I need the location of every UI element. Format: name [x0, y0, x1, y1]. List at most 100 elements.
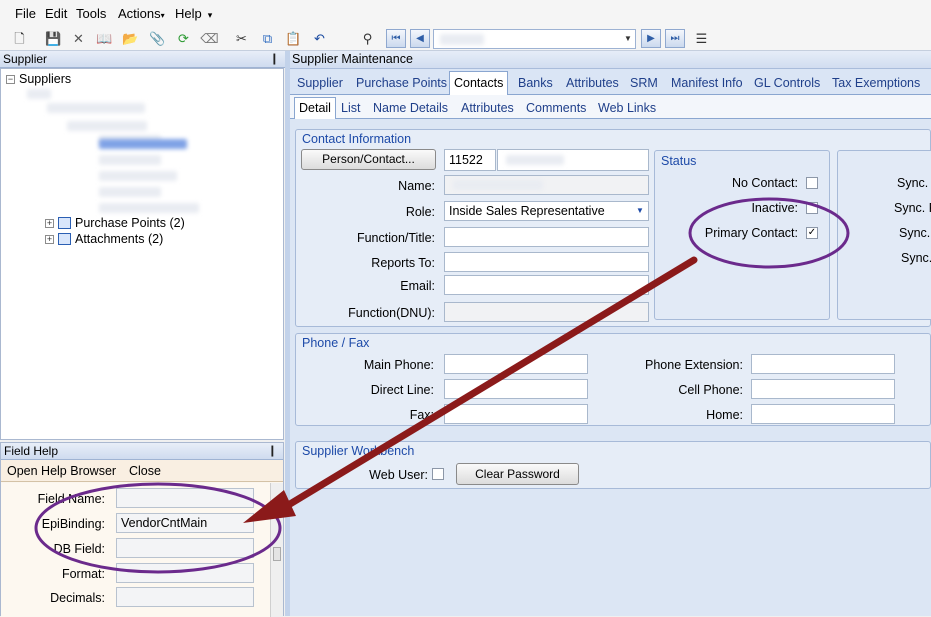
delete-icon[interactable]: ✕ [69, 29, 88, 48]
layout-icon[interactable]: ☰ [692, 29, 711, 48]
close-help-link[interactable]: Close [129, 464, 161, 478]
field-help-panel: Field Help ❙ Open Help Browser Close Fie… [0, 442, 284, 617]
field-help-scrollbar[interactable] [270, 483, 283, 617]
refresh-icon[interactable]: ⟳ [174, 29, 193, 48]
collapse-icon[interactable]: − [6, 75, 15, 84]
prev-record-button[interactable]: ◀ [410, 29, 430, 48]
contact-name-lookup-field[interactable] [497, 149, 649, 171]
tab-contacts[interactable]: Contacts [449, 71, 509, 95]
decimals-value [116, 587, 254, 607]
primary-contact-checkbox[interactable]: ✓ [806, 227, 818, 239]
menu-help[interactable]: Help ▾ [175, 6, 212, 21]
format-value [116, 563, 254, 583]
field-help-title: Field Help [4, 444, 59, 458]
tab-attributes[interactable]: Attributes [566, 76, 619, 90]
tab-purchase-points[interactable]: Purchase Points [356, 76, 447, 90]
menu-help-label: Help [175, 6, 202, 21]
redacted-selected-node [99, 139, 187, 149]
paste-icon[interactable]: 📋 [284, 29, 303, 48]
name-label: Name: [398, 179, 435, 193]
tab-tax-exemptions[interactable]: Tax Exemptions [832, 76, 920, 90]
redacted-node [99, 187, 161, 197]
clear-password-button[interactable]: Clear Password [456, 463, 579, 485]
expand-icon[interactable]: + [45, 219, 54, 228]
attachments-icon [58, 233, 71, 245]
tree-node-attachments[interactable]: + Attachments (2) [45, 232, 163, 246]
save-icon[interactable]: 💾 [44, 29, 63, 48]
tree-root-label: Suppliers [19, 72, 72, 86]
next-record-button[interactable]: ▶ [641, 29, 661, 48]
menu-tools[interactable]: Tools [76, 6, 106, 21]
primary-contact-label: Primary Contact: [704, 226, 798, 240]
last-record-button[interactable]: ⏭ [665, 29, 685, 48]
tab-banks[interactable]: Banks [518, 76, 553, 90]
phone-extension-field[interactable] [751, 354, 895, 374]
undo-icon[interactable]: ↶ [310, 29, 329, 48]
tab-list[interactable]: List [341, 101, 360, 115]
tab-detail[interactable]: Detail [294, 97, 336, 119]
contact-id-field[interactable]: 11522 [444, 149, 496, 171]
sub-tab-strip: Detail List Name Details Attributes Comm… [290, 95, 931, 119]
direct-line-label: Direct Line: [370, 383, 434, 397]
binoculars-icon[interactable]: ⚲ [358, 29, 377, 48]
function-title-label: Function/Title: [356, 231, 435, 245]
epibinding-value: VendorCntMain [116, 513, 254, 533]
home-label: Home: [706, 408, 743, 422]
tree-node-suppliers[interactable]: − Suppliers [6, 72, 71, 86]
direct-line-field[interactable] [444, 379, 588, 399]
field-name-label: Field Name: [37, 492, 105, 506]
tab-sub-attributes[interactable]: Attributes [461, 101, 514, 115]
no-contact-checkbox[interactable] [806, 177, 818, 189]
tab-web-links[interactable]: Web Links [598, 101, 656, 115]
attachments-label: Attachments (2) [75, 232, 164, 246]
tab-supplier[interactable]: Supplier [297, 76, 343, 90]
main-phone-field[interactable] [444, 354, 588, 374]
tab-name-details[interactable]: Name Details [373, 101, 448, 115]
open-folder-icon[interactable]: 📂 [121, 29, 140, 48]
phone-fax-title: Phone / Fax [302, 336, 370, 350]
menu-file[interactable]: File [15, 6, 36, 21]
eraser-icon[interactable]: ⌫ [200, 29, 219, 48]
function-dnu-field[interactable] [444, 302, 649, 322]
menu-edit[interactable]: Edit [45, 6, 67, 21]
fax-field[interactable] [444, 404, 588, 424]
copy-icon[interactable]: ⧉ [258, 29, 277, 48]
pin-icon[interactable]: ❙ [268, 443, 277, 459]
expand-icon[interactable]: + [45, 235, 54, 244]
inactive-checkbox[interactable] [806, 202, 818, 214]
new-icon[interactable]: 🗋 [10, 29, 29, 48]
person-contact-button[interactable]: Person/Contact... [301, 149, 436, 170]
name-field[interactable] [444, 175, 649, 195]
field-help-header: Field Help ❙ [1, 443, 283, 460]
menu-actions[interactable]: Actions▾ [118, 6, 165, 21]
status-title: Status [661, 154, 697, 168]
attach-icon[interactable]: 📎 [148, 29, 167, 48]
main-phone-label: Main Phone: [363, 358, 434, 372]
home-field[interactable] [751, 404, 895, 424]
epibinding-label: EpiBinding: [41, 517, 105, 531]
first-record-button[interactable]: ⏮ [386, 29, 406, 48]
function-title-field[interactable] [444, 227, 649, 247]
role-select[interactable]: Inside Sales Representative ▼ [444, 201, 649, 221]
menu-actions-arrow-icon: ▾ [160, 11, 165, 20]
role-label: Role: [405, 205, 435, 219]
toolbar: 🗋 💾 ✕ 📖 📂 📎 ⟳ ⌫ ✂ ⧉ 📋 ↶ ⚲ ⏮ ◀ ▼ ▶ ⏭ ☰ [0, 27, 931, 51]
tree-node-purchase-points[interactable]: + Purchase Points (2) [45, 216, 185, 230]
cell-phone-field[interactable] [751, 379, 895, 399]
field-name-value [116, 488, 254, 508]
book-icon[interactable]: 📖 [95, 29, 114, 48]
scroll-thumb[interactable] [273, 547, 281, 561]
tab-comments[interactable]: Comments [526, 101, 586, 115]
tab-gl-controls[interactable]: GL Controls [754, 76, 820, 90]
cut-icon[interactable]: ✂ [232, 29, 251, 48]
tab-manifest-info[interactable]: Manifest Info [671, 76, 743, 90]
open-help-browser-link[interactable]: Open Help Browser [7, 464, 116, 478]
email-field[interactable] [444, 275, 649, 295]
format-label: Format: [61, 567, 105, 581]
record-selector-combo[interactable]: ▼ [433, 29, 636, 49]
email-label: Email: [400, 279, 435, 293]
reports-to-field[interactable] [444, 252, 649, 272]
tab-srm[interactable]: SRM [630, 76, 658, 90]
web-user-checkbox[interactable] [432, 468, 444, 480]
pin-icon[interactable]: ❙ [270, 51, 279, 67]
